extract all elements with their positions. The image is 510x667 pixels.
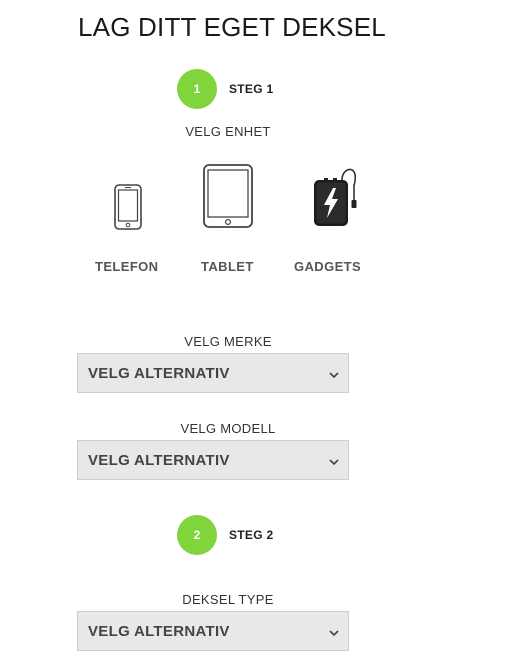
chevron-down-icon[interactable] xyxy=(328,368,340,380)
brand-select-value[interactable]: VELG ALTERNATIV xyxy=(88,365,230,382)
case-type-select-value[interactable]: VELG ALTERNATIV xyxy=(88,623,230,640)
device-section-label: VELG ENHET xyxy=(185,124,271,139)
step-2-label: STEG 2 xyxy=(229,528,274,542)
powerbank-icon[interactable] xyxy=(312,166,360,233)
chevron-down-icon[interactable] xyxy=(328,626,340,638)
step-2-number: 2 xyxy=(177,515,217,555)
device-label-telefon[interactable]: TELEFON xyxy=(95,259,158,274)
chevron-down-icon[interactable] xyxy=(328,455,340,467)
model-select-value[interactable]: VELG ALTERNATIV xyxy=(88,452,230,469)
device-label-tablet[interactable]: TABLET xyxy=(201,259,254,274)
page-title: LAG DITT EGET DEKSEL xyxy=(78,12,386,42)
step-1-label: STEG 1 xyxy=(229,82,274,96)
step-1: 1 STEG 1 xyxy=(177,69,273,109)
step-2: 2 STEG 2 xyxy=(177,515,273,555)
brand-select-label: VELG MERKE xyxy=(184,334,272,349)
case-type-select-label: DEKSEL TYPE xyxy=(182,592,274,607)
page: LAG DITT EGET DEKSEL 1 STEG 1 VELG ENHET… xyxy=(0,0,510,667)
device-label-gadgets[interactable]: GADGETS xyxy=(294,259,361,274)
brand-select[interactable]: VELG ALTERNATIV xyxy=(77,353,349,393)
tablet-icon[interactable] xyxy=(203,164,253,233)
phone-icon[interactable] xyxy=(114,184,142,235)
model-select[interactable]: VELG ALTERNATIV xyxy=(77,440,349,480)
step-1-number: 1 xyxy=(177,69,217,109)
case-type-select[interactable]: VELG ALTERNATIV xyxy=(77,611,349,651)
model-select-label: VELG MODELL xyxy=(180,421,276,436)
